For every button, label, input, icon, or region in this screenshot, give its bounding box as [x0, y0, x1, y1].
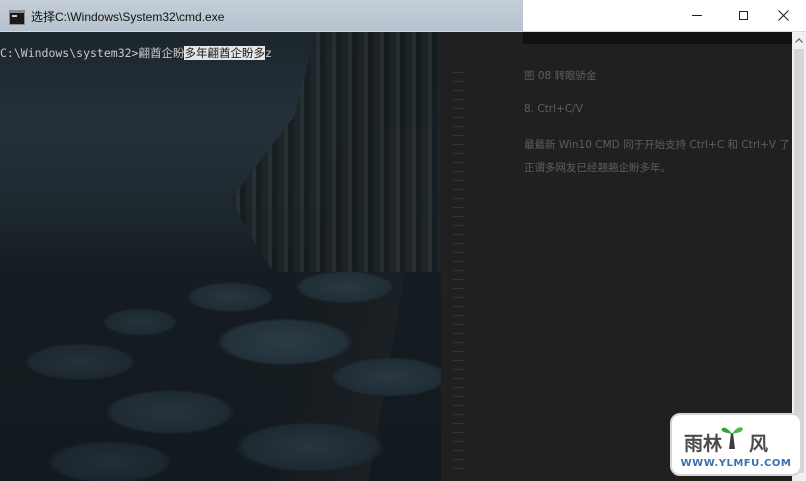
scroll-up-arrow-icon — [795, 38, 803, 43]
watermark-logo-text-left: 雨林风 — [684, 432, 768, 455]
scroll-up-button[interactable] — [792, 32, 806, 49]
background-panel-line: 8. Ctrl+C/V — [524, 103, 583, 115]
background-panel-ruler — [453, 72, 463, 472]
close-button[interactable] — [760, 0, 806, 31]
minimize-icon — [692, 15, 702, 16]
cmd-window: 选择C:\Windows\System32\cmd.exe 图 08 转眼骄金 … — [0, 0, 806, 481]
close-icon — [777, 10, 789, 21]
watermark-logo: 雨林风 — [684, 427, 768, 455]
maximize-icon — [738, 11, 748, 20]
tree-logo-icon — [721, 427, 743, 449]
console-output-area[interactable]: 图 08 转眼骄金 8. Ctrl+C/V 最最新 Win10 CMD 同于开始… — [0, 32, 792, 481]
cursor-char: z — [264, 46, 272, 60]
selected-text[interactable]: 多年翩酋企盼多 — [184, 46, 265, 60]
command-prompt: C:\Windows\system32> — [0, 46, 139, 60]
window-title: 选择C:\Windows\System32\cmd.exe — [31, 10, 225, 24]
minimize-button[interactable] — [674, 0, 720, 31]
watermark-url: WWW.YLMFU.COM — [680, 458, 792, 469]
background-rock-pillars — [230, 32, 445, 272]
background-panel-top-band — [523, 32, 792, 44]
background-panel-line: 图 08 转眼骄金 — [524, 70, 597, 82]
scroll-thumb[interactable] — [794, 49, 804, 473]
background-panel-line: 最最新 Win10 CMD 同于开始支持 Ctrl+C 和 Ctrl+V 了 — [524, 139, 790, 151]
typed-text: 翩酋企盼 — [138, 46, 185, 60]
cmd-app-icon[interactable] — [9, 10, 25, 25]
site-watermark: 雨林风 WWW.YLMFU.COM — [670, 413, 802, 476]
background-panel-line: 正谓多网友已经翘翘企盼多年。 — [524, 162, 671, 174]
command-line[interactable]: C:\Windows\system32>翩酋企盼多年翩酋企盼多z — [0, 45, 272, 61]
title-bar[interactable]: 选择C:\Windows\System32\cmd.exe — [0, 0, 806, 32]
